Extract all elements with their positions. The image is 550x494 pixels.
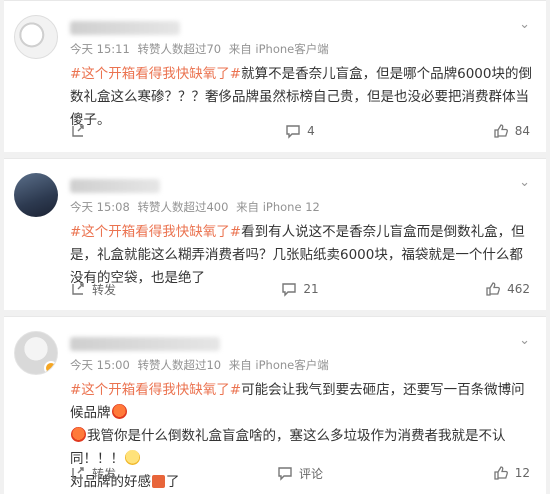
comment-meta: 今天 15:08 转赞人数超过400 来自 iPhone 12: [70, 199, 320, 215]
repost-button[interactable]: 转发: [70, 462, 223, 484]
comment-count: 4: [307, 124, 315, 138]
comment-card: ⌄ 今天 15:00 转赞人数超过10 来自 iPhone客户端 #这个开箱看得…: [4, 316, 546, 494]
comment-source: 来自 iPhone 12: [236, 200, 320, 214]
repost-button[interactable]: 转发: [70, 278, 223, 300]
comment-label: 评论: [298, 466, 323, 481]
verified-badge-icon: [44, 361, 57, 374]
repost-label: 转发: [92, 282, 117, 297]
comment-button[interactable]: 4: [223, 120, 376, 142]
repost-count-text: 转赞人数超过10: [137, 358, 222, 372]
like-icon: [493, 465, 509, 481]
comment-source: 来自 iPhone客户端: [228, 42, 329, 56]
chevron-down-icon[interactable]: ⌄: [519, 175, 530, 190]
username-blurred[interactable]: [70, 21, 180, 35]
comment-feed: ⌄ 今天 15:11 转赞人数超过70 来自 iPhone客户端 #这个开箱看得…: [0, 0, 550, 494]
avatar[interactable]: [14, 173, 58, 217]
comment-icon: [277, 465, 293, 481]
comment-count: 21: [303, 282, 319, 296]
comment-card: ⌄ 今天 15:08 转赞人数超过400 来自 iPhone 12 #这个开箱看…: [4, 158, 546, 310]
action-bar: 转发 21 462: [70, 278, 530, 300]
avatar[interactable]: [14, 331, 58, 375]
angry-emoji-icon: [71, 427, 86, 442]
repost-button[interactable]: [70, 120, 223, 142]
action-bar: 转发 评论 12: [70, 462, 530, 484]
comment-icon: [281, 281, 297, 297]
repost-icon: [70, 281, 86, 297]
chevron-down-icon[interactable]: ⌄: [519, 17, 530, 32]
comment-time: 今天 15:00: [70, 358, 130, 372]
comment-time: 今天 15:11: [70, 42, 130, 56]
comment-time: 今天 15:08: [70, 200, 130, 214]
angry-emoji-icon: [111, 404, 127, 419]
repost-count-text: 转赞人数超过400: [137, 200, 229, 214]
like-button[interactable]: 84: [377, 120, 530, 142]
repost-icon: [70, 465, 86, 481]
like-count: 12: [514, 466, 530, 480]
chevron-down-icon[interactable]: ⌄: [519, 333, 530, 348]
comment-icon: [285, 123, 301, 139]
comment-meta: 今天 15:00 转赞人数超过10 来自 iPhone客户端: [70, 357, 329, 373]
hashtag-link[interactable]: #这个开箱看得我快缺氧了#: [70, 382, 241, 398]
hashtag-link[interactable]: #这个开箱看得我快缺氧了#: [70, 224, 241, 240]
avatar[interactable]: [14, 15, 58, 59]
repost-label: 转发: [92, 466, 117, 481]
comment-source: 来自 iPhone客户端: [228, 358, 329, 372]
comment-card: ⌄ 今天 15:11 转赞人数超过70 来自 iPhone客户端 #这个开箱看得…: [4, 0, 546, 152]
repost-icon: [70, 123, 86, 139]
like-button[interactable]: 12: [377, 462, 530, 484]
username-blurred[interactable]: [70, 179, 160, 193]
username-blurred[interactable]: [70, 337, 220, 351]
comment-button[interactable]: 21: [223, 278, 376, 300]
like-count: 84: [514, 124, 530, 138]
like-icon: [493, 123, 509, 139]
comment-meta: 今天 15:11 转赞人数超过70 来自 iPhone客户端: [70, 41, 329, 57]
comment-button[interactable]: 评论: [223, 462, 376, 484]
action-bar: 4 84: [70, 120, 530, 142]
like-count: 462: [507, 282, 530, 296]
hashtag-link[interactable]: #这个开箱看得我快缺氧了#: [70, 66, 241, 82]
like-icon: [485, 281, 501, 297]
repost-count-text: 转赞人数超过70: [137, 42, 222, 56]
like-button[interactable]: 462: [377, 278, 530, 300]
